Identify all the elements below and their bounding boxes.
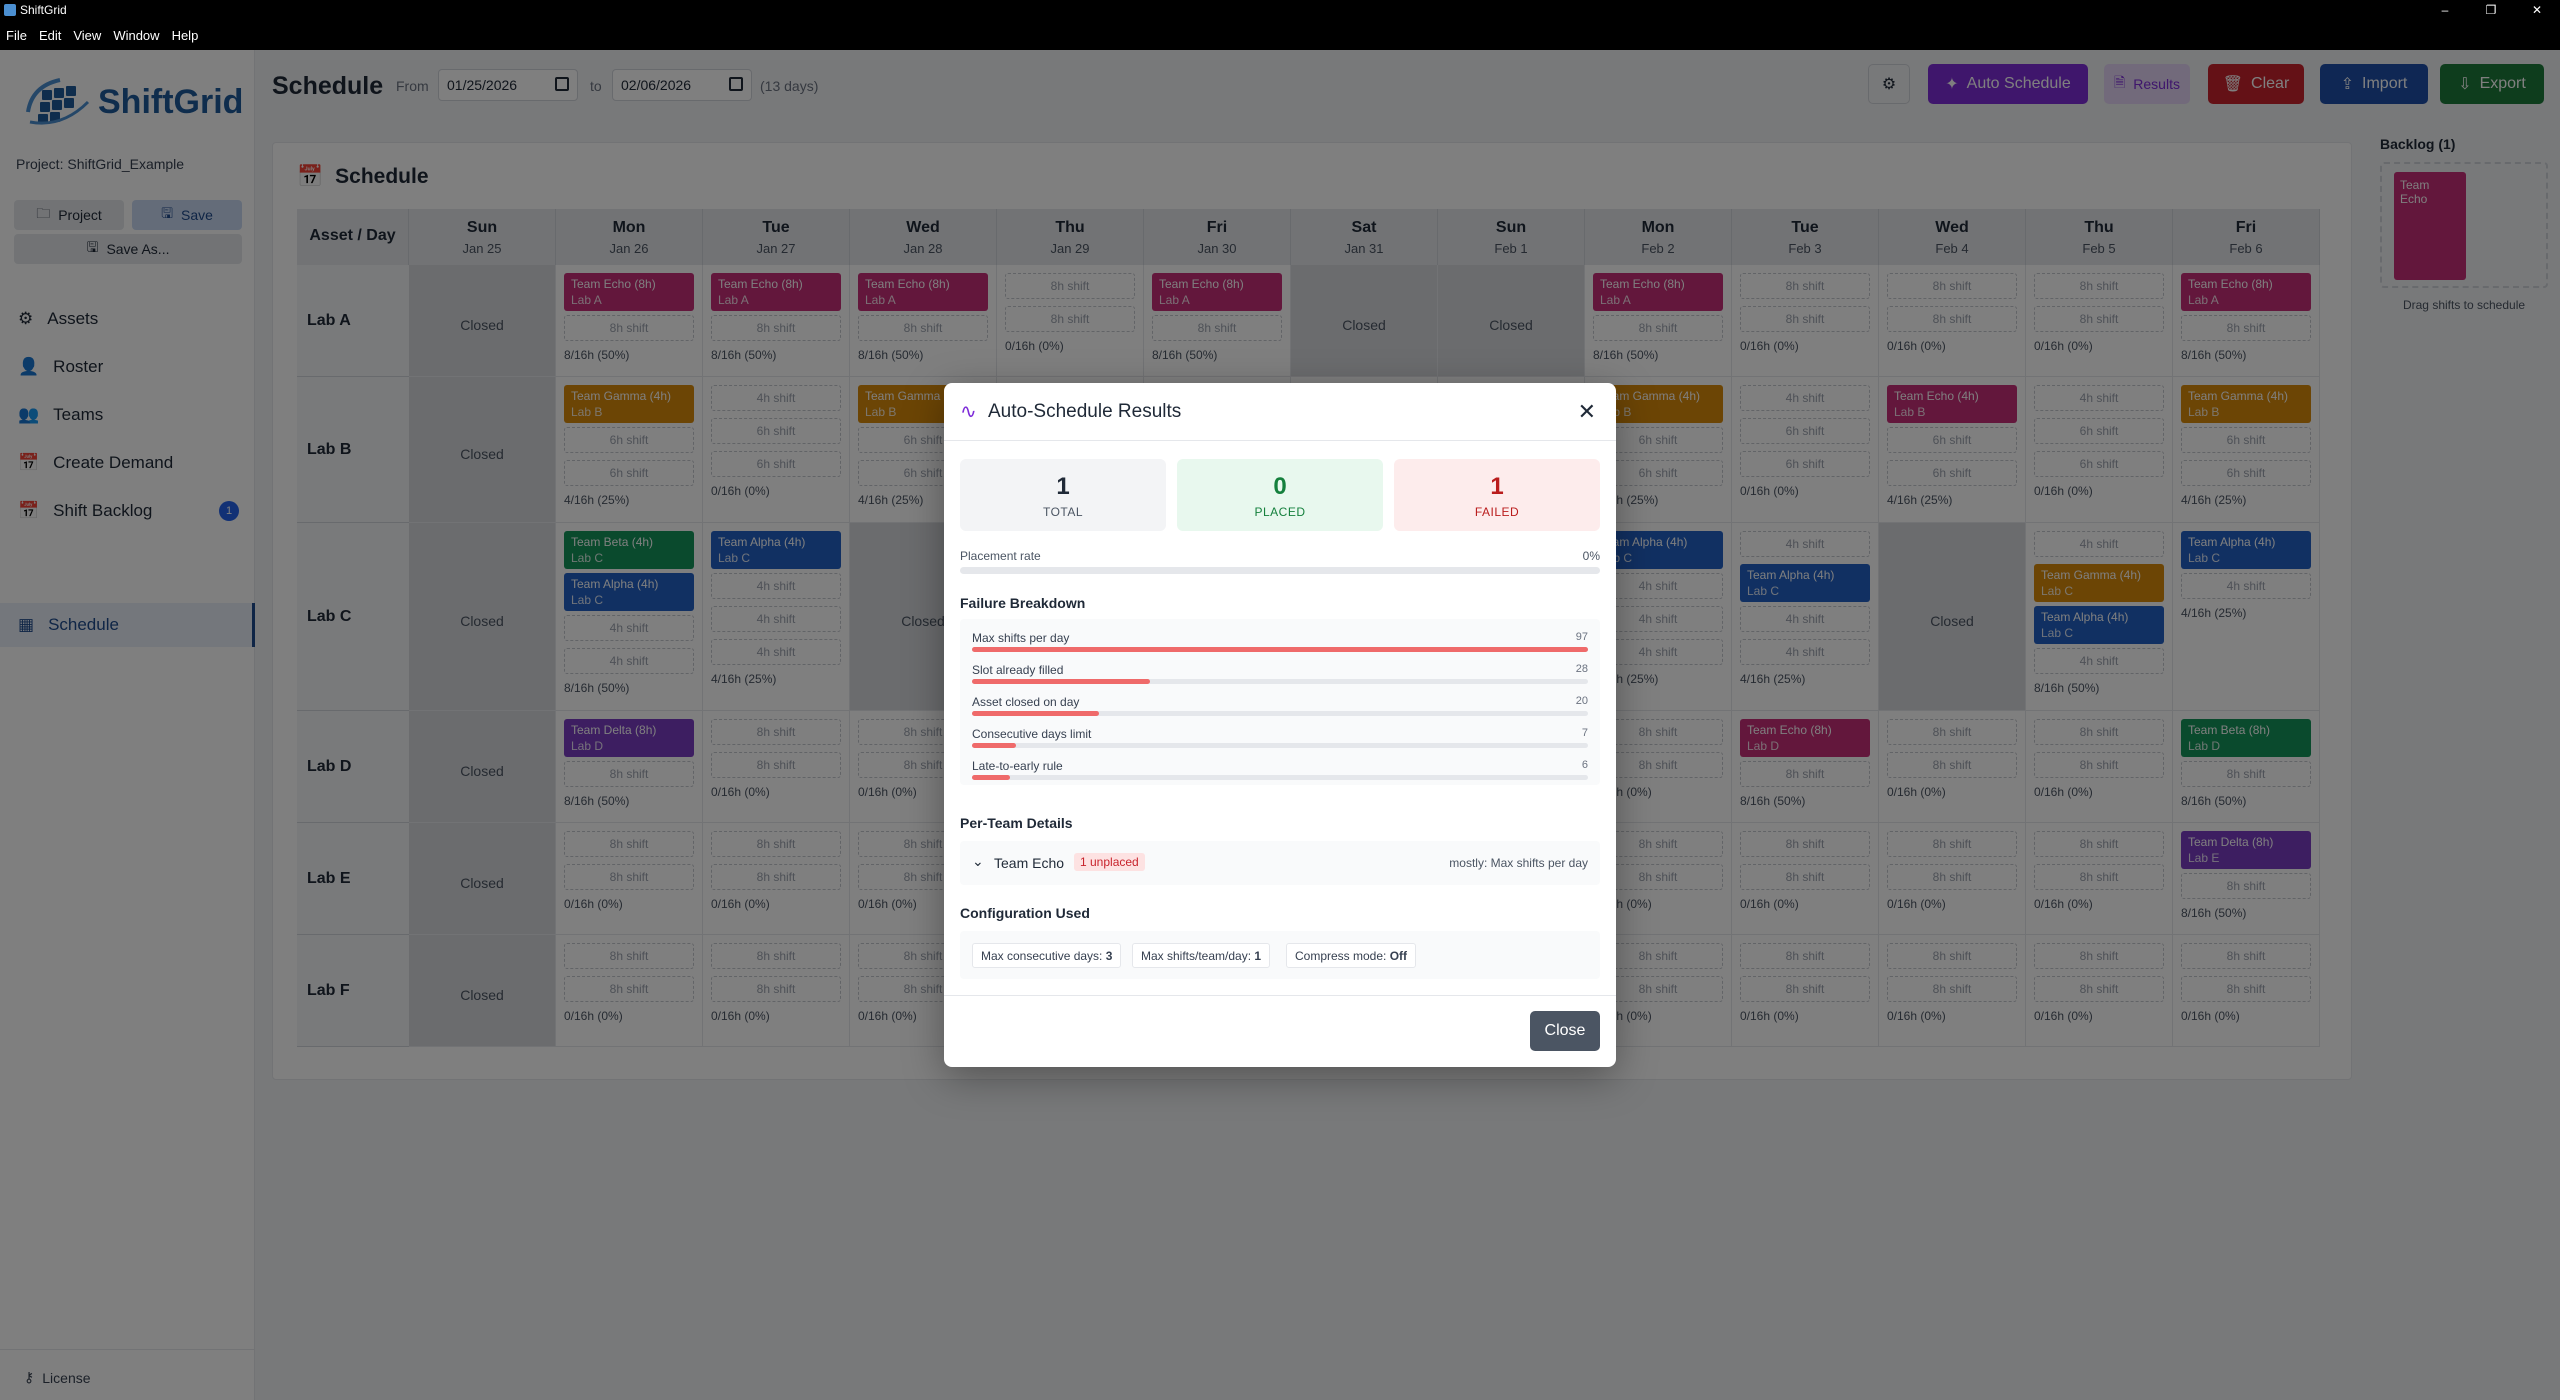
menubar: File Edit View Window Help [0, 20, 2560, 50]
window-title: ShiftGrid [20, 3, 67, 17]
failure-breakdown-list: Max shifts per day 97 Slot already filled 2… [960, 619, 1600, 785]
menu-help[interactable]: Help [166, 28, 205, 43]
failure-reason-row: Slot already filled 28 [972, 663, 1588, 695]
failure-reason-bar-fill [972, 647, 1588, 652]
failure-reason-name: Asset closed on day [972, 695, 1080, 709]
failure-reason-name: Slot already filled [972, 663, 1064, 677]
failure-reason-name: Max shifts per day [972, 631, 1070, 645]
placement-rate-label: Placement rate [960, 549, 1041, 563]
dialog-title: Auto-Schedule Results [988, 401, 1182, 422]
failed-value: 1 [1490, 473, 1504, 500]
failure-reason-row: Asset closed on day 20 [972, 695, 1588, 727]
failure-reason-bar [972, 679, 1588, 684]
placed-card: 0 PLACED [1177, 459, 1383, 531]
total-value: 1 [1056, 473, 1070, 500]
config-max-consecutive-days: Max consecutive days: 3 [972, 943, 1122, 968]
failure-reason-row: Max shifts per day 97 [972, 631, 1588, 663]
restore-icon[interactable]: ❐ [2468, 0, 2514, 20]
menu-edit[interactable]: Edit [33, 28, 67, 43]
config-compress-mode: Compress mode: Off [1286, 943, 1417, 968]
failure-reason-name: Consecutive days limit [972, 727, 1092, 741]
total-card: 1 TOTAL [960, 459, 1166, 531]
config-list: Max consecutive days: 3 Max shifts/team/… [960, 931, 1600, 979]
failure-reason-bar-fill [972, 775, 1011, 780]
failure-reason-bar [972, 775, 1588, 780]
auto-schedule-results-dialog: ∿ Auto-Schedule Results ✕ 1 TOTAL 0 PLAC… [944, 383, 1616, 1067]
failed-label: FAILED [1474, 505, 1520, 519]
failure-reason-bar [972, 743, 1588, 748]
placed-value: 0 [1273, 473, 1287, 500]
menu-window[interactable]: Window [107, 28, 165, 43]
placed-label: PLACED [1254, 505, 1306, 519]
team-detail-row[interactable]: ⌄ Team Echo 1 unplaced mostly: Max shift… [960, 841, 1600, 885]
unplaced-badge: 1 unplaced [1074, 853, 1145, 871]
failure-reason-bar [972, 711, 1588, 716]
dialog-footer-divider [944, 995, 1616, 996]
failure-reason-count: 7 [1581, 727, 1588, 739]
minimize-icon[interactable]: – [2422, 0, 2468, 20]
app-icon [4, 4, 16, 16]
per-team-title: Per-Team Details [960, 815, 1073, 831]
menu-view[interactable]: View [67, 28, 107, 43]
failure-reason-name: Late-to-early rule [972, 759, 1063, 773]
placement-rate-value: 0% [1582, 549, 1600, 563]
menu-file[interactable]: File [0, 28, 33, 43]
config-max-shifts-per-day: Max shifts/team/day: 1 [1132, 943, 1271, 968]
placement-rate-bar [960, 567, 1600, 574]
failure-reason-bar-fill [972, 679, 1151, 684]
failure-reason-count: 28 [1575, 663, 1588, 675]
failure-breakdown-title: Failure Breakdown [960, 595, 1086, 611]
close-window-icon[interactable]: ✕ [2514, 0, 2560, 20]
team-failure-reason: mostly: Max shifts per day [1449, 856, 1588, 870]
failure-reason-row: Late-to-early rule 6 [972, 759, 1588, 791]
dialog-header: ∿ Auto-Schedule Results ✕ [944, 383, 1616, 441]
close-icon[interactable]: ✕ [1578, 399, 1596, 425]
failure-reason-count: 97 [1575, 631, 1588, 643]
failure-reason-bar [972, 647, 1588, 652]
chevron-down-icon[interactable]: ⌄ [972, 853, 984, 870]
config-title: Configuration Used [960, 905, 1090, 921]
failure-reason-bar-fill [972, 711, 1099, 716]
failure-reason-count: 20 [1575, 695, 1588, 707]
window-titlebar: ShiftGrid – ❐ ✕ [0, 0, 2560, 20]
team-name: Team Echo [994, 855, 1065, 871]
total-label: TOTAL [1042, 505, 1084, 519]
failure-reason-count: 6 [1581, 759, 1588, 771]
failure-reason-bar-fill [972, 743, 1017, 748]
close-button[interactable]: Close [1530, 1011, 1600, 1051]
failure-reason-row: Consecutive days limit 7 [972, 727, 1588, 759]
failed-card: 1 FAILED [1394, 459, 1600, 531]
activity-icon: ∿ [960, 401, 977, 423]
